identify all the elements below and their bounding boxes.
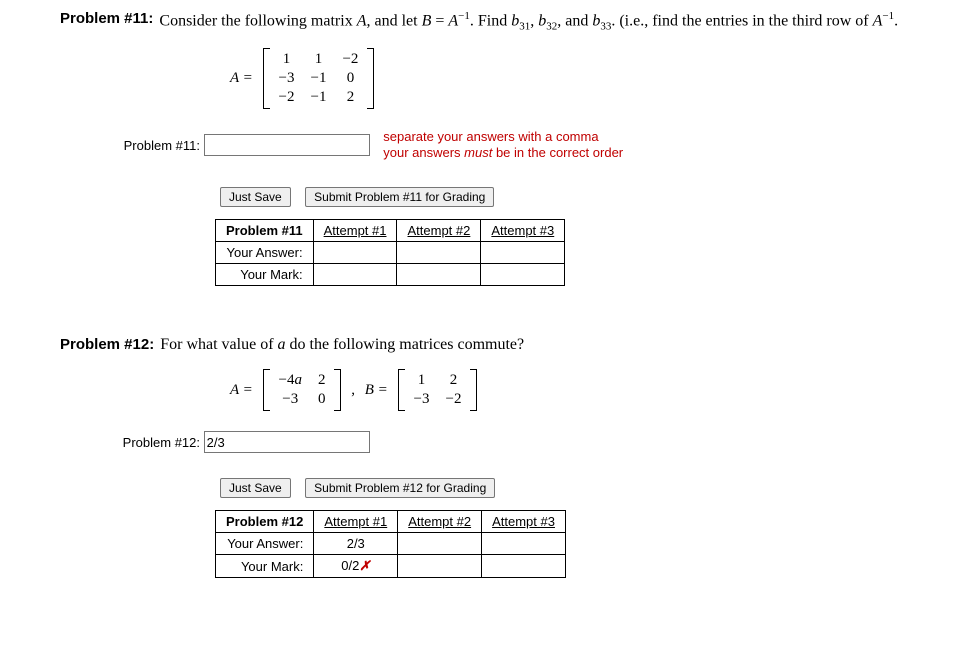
buttons-11: Just Save Submit Problem #11 for Grading — [220, 187, 952, 207]
just-save-button[interactable]: Just Save — [220, 478, 291, 498]
just-save-button[interactable]: Just Save — [220, 187, 291, 207]
your-mark-label: Your Mark: — [216, 555, 314, 578]
attempt-3-link[interactable]: Attempt #3 — [482, 511, 566, 533]
attempt-table-11: Problem #11 Attempt #1 Attempt #2 Attemp… — [215, 219, 565, 286]
hint-line: separate your answers with a comma — [383, 129, 598, 144]
cell: −2 — [334, 50, 366, 69]
attempt-2-link[interactable]: Attempt #2 — [397, 220, 481, 242]
mark-cell: 0/2✗ — [314, 555, 398, 578]
submit-button[interactable]: Submit Problem #12 for Grading — [305, 478, 495, 498]
matrix-b: 12 −3−2 — [398, 369, 478, 411]
cell — [482, 555, 566, 578]
cell: 2 — [310, 371, 334, 390]
problem-12: Problem #12: For what value of a do the … — [60, 336, 952, 578]
cell — [481, 264, 565, 286]
cell: −2 — [438, 390, 470, 409]
txt: Consider the following matrix — [159, 12, 356, 29]
cell: 1 — [406, 371, 438, 390]
cell: −3 — [406, 390, 438, 409]
submit-button[interactable]: Submit Problem #11 for Grading — [305, 187, 494, 207]
problem-11-header: Problem #11: Consider the following matr… — [60, 10, 952, 33]
problem-12-statement: For what value of a do the following mat… — [154, 336, 952, 354]
var-a: a — [278, 336, 286, 353]
cell: 1 — [302, 50, 334, 69]
matrix-a: −4a2 −30 — [263, 369, 342, 411]
cell: −2 — [271, 88, 303, 107]
answer-label: Problem #11: — [100, 138, 200, 153]
answer-row-12: Problem #12: — [100, 431, 952, 453]
matrix-label: A = — [230, 70, 253, 87]
cell: 0 — [310, 390, 334, 409]
sup: −1 — [882, 10, 894, 22]
problem-11-statement: Consider the following matrix A , and let… — [153, 10, 952, 33]
table-head: Problem #11 — [216, 220, 314, 242]
problem-12-label: Problem #12: — [60, 336, 154, 353]
cell: 1 — [271, 50, 303, 69]
cell — [398, 533, 482, 555]
problem-11-label: Problem #11: — [60, 10, 153, 27]
txt: For what value of — [160, 336, 277, 353]
answer-input-11[interactable] — [204, 134, 370, 156]
txt: , and — [557, 12, 592, 29]
hint-em: must — [464, 145, 492, 160]
problem-12-header: Problem #12: For what value of a do the … — [60, 336, 952, 354]
txt: do the following matrices commute? — [286, 336, 525, 353]
cell: 0 — [334, 69, 366, 88]
answer-row-11: Problem #11: separate your answers with … — [100, 129, 952, 163]
attempt-1-link[interactable]: Attempt #1 — [314, 511, 398, 533]
attempt-table-12: Problem #12 Attempt #1 Attempt #2 Attemp… — [215, 510, 566, 578]
matrix-a-display: A = 11−2 −3−10 −2−12 — [230, 48, 952, 109]
cell — [313, 264, 397, 286]
your-mark-label: Your Mark: — [216, 264, 314, 286]
cell — [482, 533, 566, 555]
attempt-3-link[interactable]: Attempt #3 — [481, 220, 565, 242]
cell: 2 — [334, 88, 366, 107]
cell — [397, 242, 481, 264]
matrix-a-label: A = — [230, 382, 253, 399]
cell: 2/3 — [314, 533, 398, 555]
sub: 33 — [600, 21, 611, 33]
txt: . Find — [470, 12, 511, 29]
hint-line: be in the correct order — [492, 145, 623, 160]
txt: . — [894, 12, 898, 29]
cell — [313, 242, 397, 264]
txt: . (i.e., find the entries in the third r… — [611, 12, 872, 29]
cell — [397, 264, 481, 286]
sup: −1 — [458, 10, 470, 22]
cell: −4a — [271, 371, 310, 390]
buttons-12: Just Save Submit Problem #12 for Grading — [220, 478, 952, 498]
cell: −1 — [302, 69, 334, 88]
problem-11: Problem #11: Consider the following matr… — [60, 10, 952, 286]
table-head: Problem #12 — [216, 511, 314, 533]
cell: −3 — [271, 69, 303, 88]
answer-label: Problem #12: — [100, 435, 200, 450]
mark-score: 0/2 — [341, 558, 359, 573]
matrices-display: A = −4a2 −30 , B = 12 −3−2 — [230, 369, 952, 411]
txt: , and let — [366, 12, 421, 29]
your-answer-label: Your Answer: — [216, 533, 314, 555]
var-a: A — [873, 12, 883, 29]
matrix-a: 11−2 −3−10 −2−12 — [263, 48, 375, 109]
your-answer-label: Your Answer: — [216, 242, 314, 264]
sub: 32 — [546, 21, 557, 33]
cell — [481, 242, 565, 264]
attempt-2-link[interactable]: Attempt #2 — [398, 511, 482, 533]
var-a: A — [448, 12, 458, 29]
var-b: B — [422, 12, 432, 29]
sub: 31 — [519, 21, 530, 33]
hint-line: your answers — [383, 145, 464, 160]
txt: = — [431, 12, 448, 29]
attempt-1-link[interactable]: Attempt #1 — [313, 220, 397, 242]
cell: −3 — [271, 390, 310, 409]
matrix-b-label: B = — [365, 382, 388, 399]
cell — [398, 555, 482, 578]
cell: 2 — [438, 371, 470, 390]
wrong-icon: ✗ — [359, 558, 370, 573]
separator: , — [351, 382, 355, 398]
answer-hint: separate your answers with a comma your … — [383, 129, 623, 163]
answer-input-12[interactable] — [204, 431, 370, 453]
cell: −1 — [302, 88, 334, 107]
